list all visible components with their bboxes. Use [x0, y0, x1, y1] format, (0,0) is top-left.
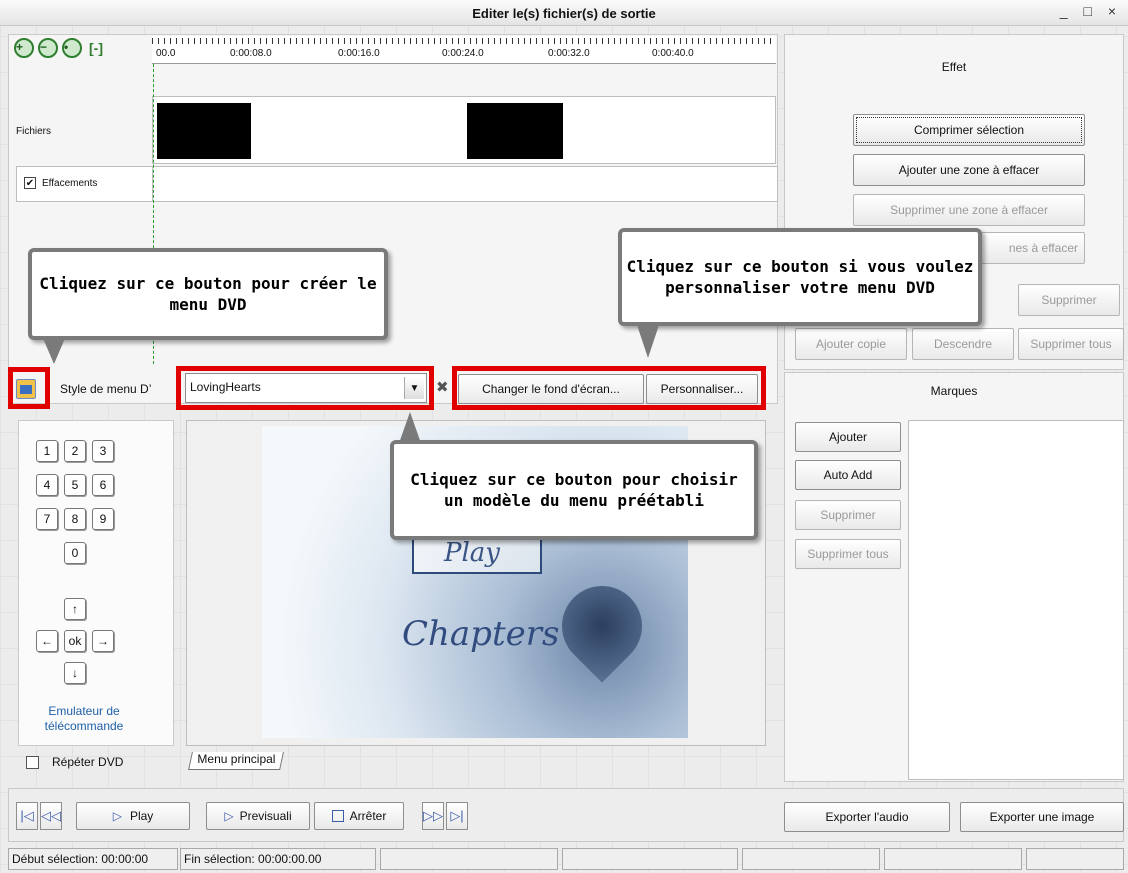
preview-icon: ▷	[224, 809, 234, 823]
remote-key-4[interactable]: 4	[36, 474, 58, 496]
marks-panel-title: Marques	[930, 384, 978, 398]
highlight-dvd-menu-icon	[8, 367, 50, 409]
status-cell	[380, 848, 558, 870]
zoom-range-icon[interactable]: [-]	[86, 38, 106, 58]
editor-window: Editer le(s) fichier(s) de sortie _ □ × …	[0, 0, 1128, 873]
heart-shape	[545, 569, 659, 683]
callout-create-menu-pointer	[42, 336, 66, 364]
remote-key-1[interactable]: 1	[36, 440, 58, 462]
status-start: Début sélection: 00:00:00	[8, 848, 178, 870]
export-image-button[interactable]: Exporter une image	[960, 802, 1124, 832]
tab-menu-principal-label: Menu principal	[197, 752, 276, 766]
stop-icon	[331, 810, 344, 822]
erase-track-checkbox[interactable]: ✔	[24, 177, 36, 189]
effect-panel-title: Effet	[941, 60, 967, 74]
play-button[interactable]: ▷ Play	[76, 802, 190, 830]
video-clip[interactable]	[157, 103, 251, 159]
timeline-area	[8, 34, 778, 404]
arrow-right-icon[interactable]: →	[92, 630, 114, 652]
remote-key-6[interactable]: 6	[92, 474, 114, 496]
delete-all-marks-button[interactable]: Supprimer tous	[795, 539, 901, 569]
window-controls[interactable]: _ □ ×	[1060, 3, 1122, 19]
video-clip[interactable]	[467, 103, 563, 159]
remote-emulator	[18, 420, 174, 746]
tick-label: 0:00:24.0	[442, 48, 484, 59]
status-cell	[742, 848, 880, 870]
add-mark-button[interactable]: Ajouter	[795, 422, 901, 452]
zoom-fit-icon[interactable]: •	[62, 38, 82, 58]
stop-button-label: Arrêter	[349, 809, 387, 823]
remote-key-5[interactable]: 5	[64, 474, 86, 496]
tab-menu-principal[interactable]: Menu principal	[188, 752, 284, 770]
track-label-files: Fichiers	[16, 126, 52, 137]
tick-label: 0:00:08.0	[230, 48, 272, 59]
menu-style-label: Style de menu D’	[60, 382, 152, 396]
zoom-toolbar: + − • [-]	[14, 38, 106, 58]
arrow-left-icon[interactable]: ←	[36, 630, 58, 652]
remote-key-8[interactable]: 8	[64, 508, 86, 530]
callout-customize-menu-pointer	[636, 322, 660, 358]
status-cell	[884, 848, 1022, 870]
arrow-down-icon[interactable]: ↓	[64, 662, 86, 684]
highlight-customize-buttons	[452, 366, 766, 410]
skip-end-icon[interactable]: ▷|	[446, 802, 468, 830]
remote-emulator-label: Emulateur de télécommande	[44, 704, 124, 733]
delete-all-button[interactable]: Supprimer tous	[1018, 328, 1124, 360]
skip-start-icon[interactable]: |◁	[16, 802, 38, 830]
delete-button[interactable]: Supprimer	[1018, 284, 1120, 316]
remote-key-7[interactable]: 7	[36, 508, 58, 530]
status-end: Fin sélection: 00:00:00.00	[180, 848, 376, 870]
marks-list[interactable]	[908, 420, 1124, 780]
callout-customize-menu: Cliquez sur ce bouton si vous voulez per…	[618, 228, 982, 326]
remote-ok-button[interactable]: ok	[64, 630, 86, 652]
close-icon[interactable]: ✖	[436, 378, 449, 396]
add-copy-button[interactable]: Ajouter copie	[795, 328, 907, 360]
add-erase-zone-button[interactable]: Ajouter une zone à effacer	[853, 154, 1085, 186]
fast-forward-icon[interactable]: ▷▷	[422, 802, 444, 830]
files-track[interactable]	[152, 96, 776, 164]
zoom-out-icon[interactable]: −	[38, 38, 58, 58]
highlight-menu-style	[176, 366, 434, 410]
export-audio-button[interactable]: Exporter l'audio	[784, 802, 950, 832]
repeat-dvd-checkbox[interactable]	[26, 756, 39, 769]
window-title: Editer le(s) fichier(s) de sortie	[472, 6, 656, 21]
remote-key-2[interactable]: 2	[64, 440, 86, 462]
remote-key-0[interactable]: 0	[64, 542, 86, 564]
callout-choose-template: Cliquez sur ce bouton pour choisir un mo…	[390, 440, 758, 540]
zoom-in-icon[interactable]: +	[14, 38, 34, 58]
callout-create-menu: Cliquez sur ce bouton pour créer le menu…	[28, 248, 388, 340]
menu-chapters-text[interactable]: Chapters	[402, 614, 559, 654]
status-cell	[562, 848, 738, 870]
track-label-erase: Effacements	[42, 178, 98, 189]
play-icon: ▷	[112, 809, 122, 823]
rewind-icon[interactable]: ◁◁	[40, 802, 62, 830]
delete-mark-button[interactable]: Supprimer	[795, 500, 901, 530]
compress-selection-button[interactable]: Comprimer sélection	[853, 114, 1085, 146]
repeat-dvd-label: Répéter DVD	[52, 755, 124, 769]
play-button-label: Play	[129, 809, 154, 823]
preview-button[interactable]: ▷ Previsuali	[206, 802, 310, 830]
tick-label: 0:00:40.0	[652, 48, 694, 59]
preview-button-label: Previsuali	[239, 809, 292, 823]
remove-erase-zone-button[interactable]: Supprimer une zone à effacer	[853, 194, 1085, 226]
move-down-button[interactable]: Descendre	[912, 328, 1014, 360]
tick-label: 0:00:32.0	[548, 48, 590, 59]
stop-button[interactable]: Arrêter	[314, 802, 404, 830]
tick-label: 00.0	[156, 48, 176, 59]
tick-label: 0:00:16.0	[338, 48, 380, 59]
arrow-up-icon[interactable]: ↑	[64, 598, 86, 620]
remote-key-3[interactable]: 3	[92, 440, 114, 462]
remote-key-9[interactable]: 9	[92, 508, 114, 530]
status-cell	[1026, 848, 1124, 870]
timeline-ruler[interactable]: 00.0 0:00:08.0 0:00:16.0 0:00:24.0 0:00:…	[152, 36, 776, 64]
erase-track[interactable]	[16, 166, 778, 202]
menu-play-text: Play	[444, 538, 500, 568]
auto-add-button[interactable]: Auto Add	[795, 460, 901, 490]
